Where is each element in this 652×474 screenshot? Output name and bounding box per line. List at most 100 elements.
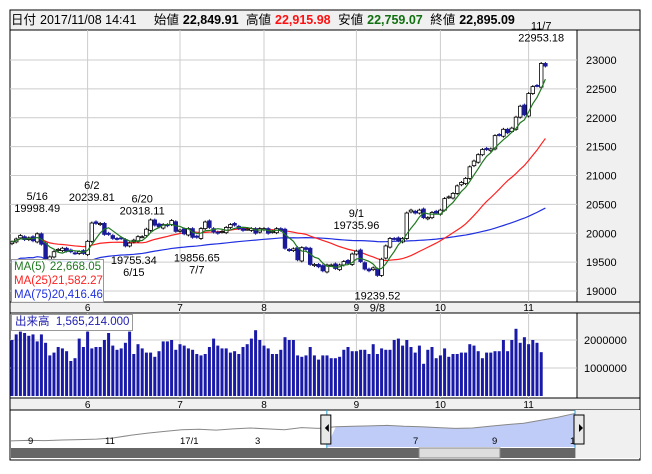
high-value: 22,915.98 [275,13,331,27]
candle-body [89,222,94,242]
annotation-value: 19755.34 [111,255,157,267]
volume-bar [128,331,132,396]
volume-bar [224,348,228,396]
volume-bar [140,348,144,396]
annotation-value: 19735.96 [333,220,379,232]
volume-bar [115,349,119,396]
navigator-label: 3 [255,436,260,447]
volume-bar [405,340,409,396]
price-tick-label: 23000 [586,55,617,67]
volume-bar [52,352,56,396]
volume-bar [501,340,505,396]
volume-bar [56,347,60,396]
month-tick-label: 10 [435,303,447,314]
volume-bar [430,347,434,396]
volume-bar [77,338,81,396]
volume-bar [102,340,106,396]
volume-bar [107,333,111,396]
volume-bar [531,340,535,396]
month-tick-label: 6 [85,303,91,314]
volume-bar [380,348,384,396]
volume-bar [396,338,400,396]
annotation-date: 9/1 [349,208,364,220]
volume-tick-label: 1000000 [584,363,627,375]
candle-body [282,228,288,249]
volume-bar [191,349,195,396]
volume-bar [249,338,253,396]
high-label: 高値 [246,13,272,27]
candle-body [148,219,153,231]
month-tick-label: 9 [354,303,360,314]
volume-bar [300,356,304,396]
left-handle[interactable] [320,414,332,445]
candle-body [496,134,502,136]
close-label: 終値 [430,13,456,27]
volume-bar [363,349,367,396]
candle-body [98,223,103,225]
volume-bar [308,347,312,396]
volume-bar [291,340,295,396]
volume-bar [346,347,350,396]
volume-bar [98,347,102,396]
volume-bar [149,352,153,396]
candle-body [518,105,523,118]
volume-bar [27,335,31,396]
volume-bar [413,352,417,396]
volume-bar [241,347,245,396]
volume-bar [270,354,274,396]
candle-body [543,63,548,67]
navigator-label: 9 [28,436,33,447]
volume-bar [447,356,451,396]
volume-bar [296,355,300,396]
volume-bar [451,354,455,396]
candle-body [312,264,317,266]
ma-legend: MA(5) 22,668.05 MA(25) 21,582.27 MA(75) 20,… [11,259,104,303]
price-tick-label: 21500 [586,142,617,154]
volume-bar [325,355,329,396]
legend-value: 21,582.27 [51,275,103,287]
month-tick-label: 10 [435,400,447,411]
candle-body [202,221,208,230]
candle-body [501,128,506,137]
candle-body [425,217,430,220]
candle-body [194,235,199,238]
legend-ma25: MA(25) 21,582.27 [14,274,103,288]
volume-bar [388,349,392,396]
volume-bar [31,334,35,396]
volume-bar [304,355,308,396]
volume-bar [317,359,321,396]
candle-body [295,247,300,261]
candle-body [354,250,359,255]
month-tick-label: 6 [85,400,91,411]
volume-bar [178,344,182,396]
volume-bar [18,331,22,396]
annotation-date: 6/20 [131,194,152,206]
volume-bar [60,348,64,396]
annotation-date: 6/2 [84,180,99,192]
volume-bar [409,347,413,396]
candle-body [408,209,414,213]
candle-body [114,238,120,240]
date-label: 日付 [11,13,37,27]
month-axis-bar-2 [9,397,641,411]
volume-bar [170,340,174,396]
volume-bar [228,352,232,396]
candle-body [244,228,250,231]
price-tick-label: 19000 [586,286,617,298]
candle-body [475,154,481,163]
volume-bar [237,354,241,396]
candle-body [391,238,397,240]
volume-bar [165,341,169,396]
candle-body [18,235,23,239]
low-value: 22,759.07 [367,13,423,27]
candle-body [433,210,439,214]
candle-body [43,242,48,260]
scrollbar-thumb[interactable] [418,447,501,459]
volume-bar [510,340,514,396]
volume-bar [329,358,333,396]
annotation-value: 22953.18 [518,32,564,44]
volume-bar [287,340,291,396]
volume-bar [497,351,501,396]
candle-body [412,210,418,214]
month-axis-bar [9,301,641,314]
